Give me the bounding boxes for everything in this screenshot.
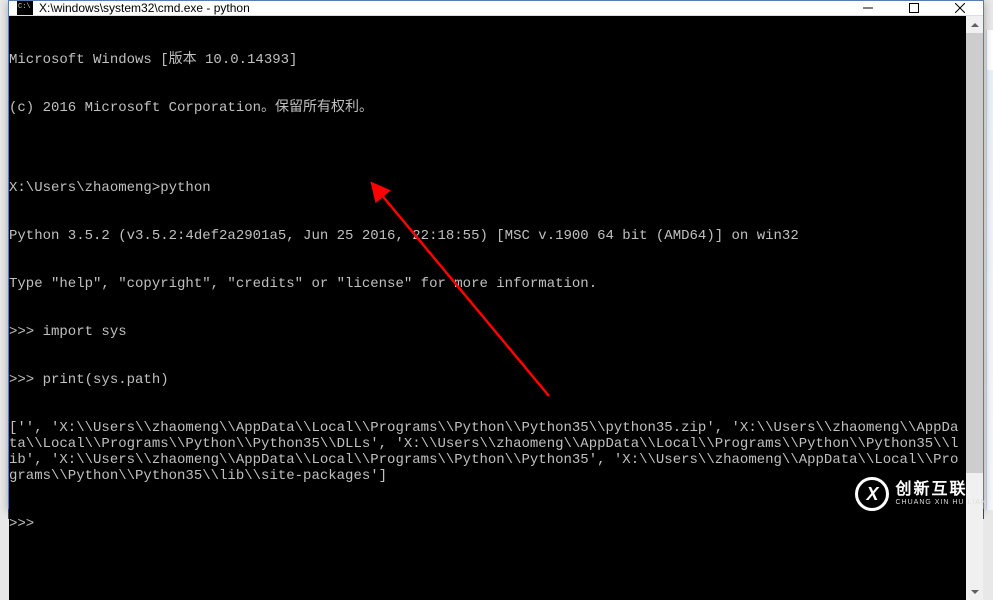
terminal-line: Type "help", "copyright", "credits" or "… xyxy=(9,276,966,292)
watermark-text-en: CHUANG XIN HU LIAN xyxy=(895,499,987,507)
chevron-down-icon xyxy=(971,590,979,594)
watermark-logo: X xyxy=(855,477,889,511)
terminal-line: >>> xyxy=(9,516,966,532)
terminal-area: Microsoft Windows [版本 10.0.14393] (c) 20… xyxy=(9,16,983,600)
close-button[interactable] xyxy=(937,1,983,15)
window-controls xyxy=(845,1,983,15)
vertical-scrollbar[interactable] xyxy=(966,16,983,600)
terminal-line: >>> print(sys.path) xyxy=(9,372,966,388)
minimize-icon xyxy=(863,3,873,13)
watermark: X 创新互联 CHUANG XIN HU LIAN xyxy=(855,477,987,511)
titlebar[interactable]: X:\windows\system32\cmd.exe - python xyxy=(9,1,983,16)
watermark-text: 创新互联 CHUANG XIN HU LIAN xyxy=(895,480,987,508)
close-icon xyxy=(955,3,965,13)
terminal-line: ['', 'X:\\Users\\zhaomeng\\AppData\\Loca… xyxy=(9,420,966,484)
chevron-up-icon xyxy=(971,23,979,27)
window-title: X:\windows\system32\cmd.exe - python xyxy=(39,1,845,15)
minimize-button[interactable] xyxy=(845,1,891,15)
terminal-line: Python 3.5.2 (v3.5.2:4def2a2901a5, Jun 2… xyxy=(9,228,966,244)
terminal-content[interactable]: Microsoft Windows [版本 10.0.14393] (c) 20… xyxy=(9,16,966,600)
scroll-thumb[interactable] xyxy=(966,33,983,473)
terminal-line: Microsoft Windows [版本 10.0.14393] xyxy=(9,52,966,68)
terminal-line: >>> import sys xyxy=(9,324,966,340)
cmd-window: X:\windows\system32\cmd.exe - python Mic… xyxy=(8,0,984,509)
terminal-line: X:\Users\zhaomeng>python xyxy=(9,180,966,196)
scroll-down-button[interactable] xyxy=(966,583,983,600)
cmd-icon xyxy=(17,1,33,15)
terminal-line: (c) 2016 Microsoft Corporation。保留所有权利。 xyxy=(9,100,966,116)
background-window-fragment-right xyxy=(986,30,993,510)
watermark-text-cn: 创新互联 xyxy=(895,480,987,499)
maximize-icon xyxy=(909,3,919,13)
scroll-up-button[interactable] xyxy=(966,16,983,33)
maximize-button[interactable] xyxy=(891,1,937,15)
